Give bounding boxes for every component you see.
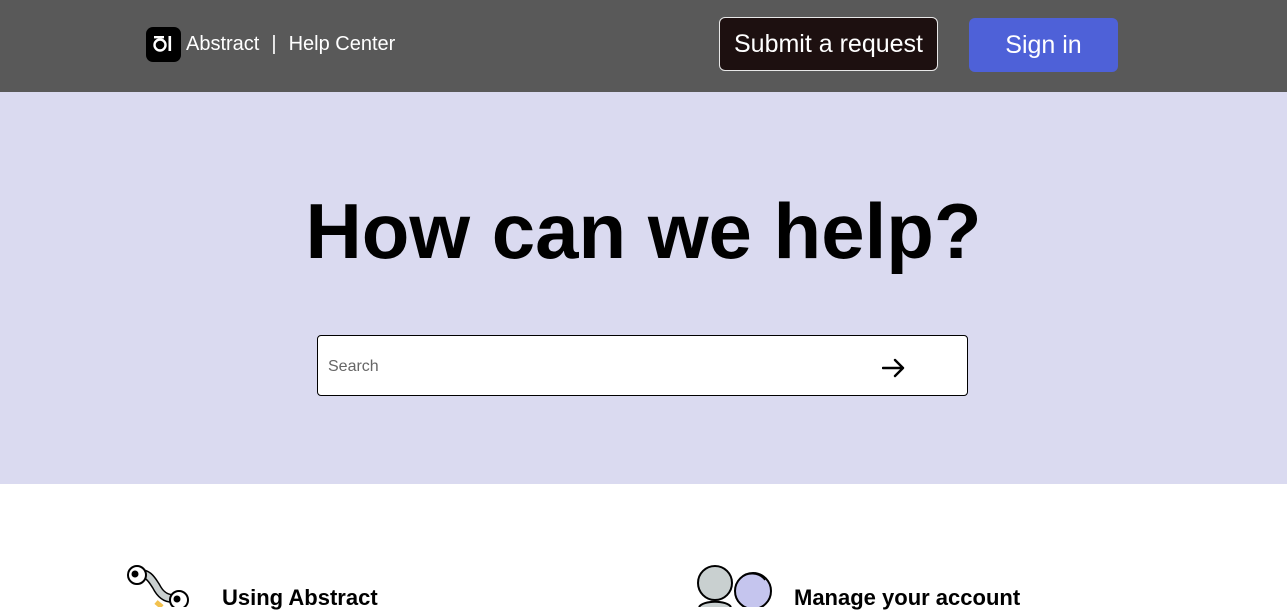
brand[interactable]: Abstract | Help Center — [146, 26, 395, 62]
abstract-logo-icon — [146, 26, 181, 62]
search-input[interactable] — [326, 346, 870, 388]
page-title: How can we help? — [305, 187, 982, 275]
worm-characters-icon — [126, 560, 196, 610]
help-center-link[interactable]: Help Center — [289, 33, 396, 56]
search-box — [317, 335, 968, 396]
category-using-abstract[interactable]: Using Abstract — [126, 560, 378, 611]
brand-name: Abstract — [186, 32, 260, 55]
people-circles-icon — [697, 560, 773, 610]
sign-in-button[interactable]: Sign in — [969, 18, 1118, 72]
category-manage-account[interactable]: Manage your account — [697, 560, 1020, 611]
brand-separator: | — [271, 32, 277, 55]
submit-request-button[interactable]: Submit a request — [719, 17, 938, 71]
hero-section: How can we help? — [0, 92, 1287, 484]
category-title: Manage your account — [794, 585, 1021, 610]
arrow-right-icon[interactable] — [880, 354, 908, 382]
category-title: Using Abstract — [222, 585, 378, 610]
top-header: Abstract | Help Center Submit a request … — [0, 0, 1287, 92]
